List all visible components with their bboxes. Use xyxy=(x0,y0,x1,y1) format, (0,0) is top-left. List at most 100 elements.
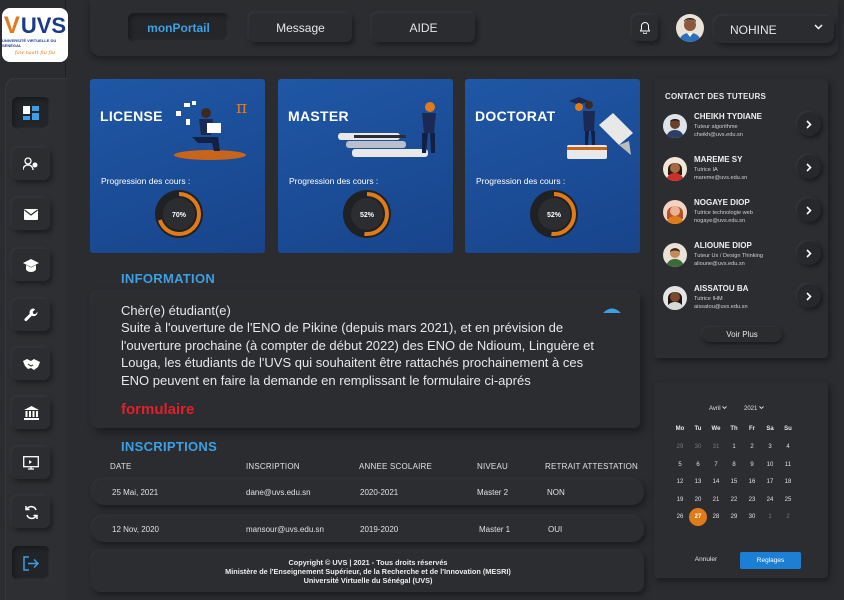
nav-message[interactable]: Message xyxy=(249,13,352,42)
tutor-name: AISSATOU BA xyxy=(694,284,749,293)
partnership-button[interactable] xyxy=(12,348,50,380)
tutor-open-button[interactable] xyxy=(797,112,821,136)
year-select[interactable]: 2021 xyxy=(744,406,764,412)
courses-button[interactable] xyxy=(12,249,50,281)
calendar-day[interactable]: 11 xyxy=(779,458,797,472)
bell-icon xyxy=(640,22,650,34)
voir-plus-button[interactable]: Voir Plus xyxy=(702,327,782,342)
calendar-day[interactable]: 10 xyxy=(761,458,779,472)
card-title: LICENSE xyxy=(100,108,163,124)
calendar-day[interactable]: 1 xyxy=(725,440,743,454)
cancel-button[interactable]: Annuler xyxy=(676,552,736,568)
progress-value: 52% xyxy=(547,212,562,219)
dashboard-button[interactable] xyxy=(12,97,50,129)
calendar-day[interactable]: 12 xyxy=(671,475,689,489)
calendar-day[interactable]: 17 xyxy=(761,475,779,489)
calendar-day[interactable]: 30 xyxy=(743,510,761,524)
table-row[interactable]: 25 Mai, 2021 dane@uvs.edu.sn 2020-2021 M… xyxy=(92,479,644,505)
institution-button[interactable] xyxy=(12,397,50,429)
tutor-role: Tuteur Ux / Design Thinking xyxy=(694,253,764,259)
calendar-day[interactable]: 9 xyxy=(743,458,761,472)
student-reading-illustration: π xyxy=(174,98,247,160)
chevron-right-icon xyxy=(806,162,812,172)
card-doctorat[interactable]: DOCTORAT Progression des cours : 52% xyxy=(465,79,640,253)
user-dropdown[interactable]: NOHINE xyxy=(714,16,834,43)
calendar-day[interactable]: 14 xyxy=(707,475,725,489)
cell-retrait: OUI xyxy=(548,525,563,534)
collapse-icon[interactable] xyxy=(602,306,622,314)
calendar-day[interactable]: 18 xyxy=(779,475,797,489)
sync-button[interactable] xyxy=(12,496,50,528)
mail-button[interactable] xyxy=(12,198,50,230)
information-body: Suite à l'ouverture de l'ENO de Pikine (… xyxy=(121,320,594,388)
card-license[interactable]: LICENSE π Progression des cours : 70% xyxy=(90,79,265,253)
tutors-title: CONTACT DES TUTEURS xyxy=(665,92,766,101)
wrench-icon xyxy=(24,308,38,322)
calendar-day[interactable]: 28 xyxy=(707,510,725,524)
tutor-open-button[interactable] xyxy=(797,155,821,179)
month-select[interactable]: Avril xyxy=(709,406,728,412)
tutor-email: cheikh@uvs.edu.sn xyxy=(694,132,743,138)
calendar-day[interactable]: 26 xyxy=(671,510,689,524)
information-greeting: Chèr(e) étudiant(e) xyxy=(121,303,231,318)
table-row[interactable]: 12 Nov, 2020 mansour@uvs.edu.sn 2019-202… xyxy=(92,516,644,542)
calendar-day[interactable]: 19 xyxy=(671,493,689,507)
card-master[interactable]: MASTER Progression des cours : 52% xyxy=(278,79,453,253)
mail-icon xyxy=(24,208,38,220)
formulaire-link[interactable]: formulaire xyxy=(121,401,194,418)
tutor-avatar xyxy=(663,286,687,310)
calendar-day[interactable]: 20 xyxy=(689,493,707,507)
calendar-day[interactable]: 25 xyxy=(779,493,797,507)
chevron-right-icon xyxy=(806,248,812,258)
progress-donut: 52% xyxy=(343,190,391,238)
calendar-day[interactable]: 22 xyxy=(725,493,743,507)
calendar-day[interactable]: 15 xyxy=(725,475,743,489)
calendar-day[interactable]: 29 xyxy=(671,440,689,454)
calendar-day[interactable]: 24 xyxy=(761,493,779,507)
footer-copyright: Copyright © UVS | 2021 - Tous droits rés… xyxy=(288,558,448,567)
notifications-button[interactable] xyxy=(632,15,658,41)
progress-value: 52% xyxy=(360,212,375,219)
calendar-day[interactable]: 31 xyxy=(707,440,725,454)
tutor-name: NOGAYE DIOP xyxy=(694,198,750,207)
calendar-day[interactable]: 13 xyxy=(689,475,707,489)
cell-year: 2019-2020 xyxy=(360,525,399,534)
calendar-day[interactable]: 29 xyxy=(725,510,743,524)
tools-button[interactable] xyxy=(12,299,50,331)
logout-button[interactable] xyxy=(12,546,50,580)
calendar-day[interactable]: 30 xyxy=(689,440,707,454)
user-avatar[interactable] xyxy=(676,14,704,42)
calendar-day[interactable]: 27 xyxy=(689,508,707,527)
calendar-day[interactable]: 2 xyxy=(779,510,797,524)
uvs-logo[interactable]: V UVS UNIVERSITÉ VIRTUELLE DU SÉNÉGAL faw… xyxy=(2,8,68,62)
avatar-icon xyxy=(666,119,684,138)
logo-text: UVS xyxy=(20,12,67,38)
nav-monportail[interactable]: monPortail xyxy=(128,13,229,42)
nav-aide[interactable]: AIDE xyxy=(372,13,475,42)
cell-year: 2020-2021 xyxy=(360,488,399,497)
calendar-day[interactable]: 23 xyxy=(743,493,761,507)
calendar-day[interactable]: 3 xyxy=(761,440,779,454)
calendar-day[interactable]: 16 xyxy=(743,475,761,489)
calendar-day[interactable]: 6 xyxy=(689,458,707,472)
weekday-label: Su xyxy=(784,426,792,432)
calendar-day[interactable]: 2 xyxy=(743,440,761,454)
users-button[interactable] xyxy=(12,148,50,180)
tutor-open-button[interactable] xyxy=(797,198,821,222)
tutor-open-button[interactable] xyxy=(797,241,821,265)
tutor-role: Tutrice IHM xyxy=(694,296,723,302)
settings-button[interactable]: Reglages xyxy=(740,552,801,569)
calendar-day[interactable]: 1 xyxy=(761,510,779,524)
logo-tagline: faw naatt fiu fiu xyxy=(14,49,56,56)
calendar-day[interactable]: 5 xyxy=(671,458,689,472)
calendar-day[interactable]: 21 xyxy=(707,493,725,507)
footer-university: Université Virtuelle du Sénégal (UVS) xyxy=(303,576,433,585)
calendar-day[interactable]: 8 xyxy=(725,458,743,472)
progress-label: Progression des cours : xyxy=(476,176,566,186)
tutor-open-button[interactable] xyxy=(797,284,821,308)
presentation-button[interactable] xyxy=(12,447,50,479)
bank-icon xyxy=(23,406,39,420)
dashboard-icon xyxy=(23,106,39,120)
calendar-day[interactable]: 4 xyxy=(779,440,797,454)
calendar-day[interactable]: 7 xyxy=(707,458,725,472)
